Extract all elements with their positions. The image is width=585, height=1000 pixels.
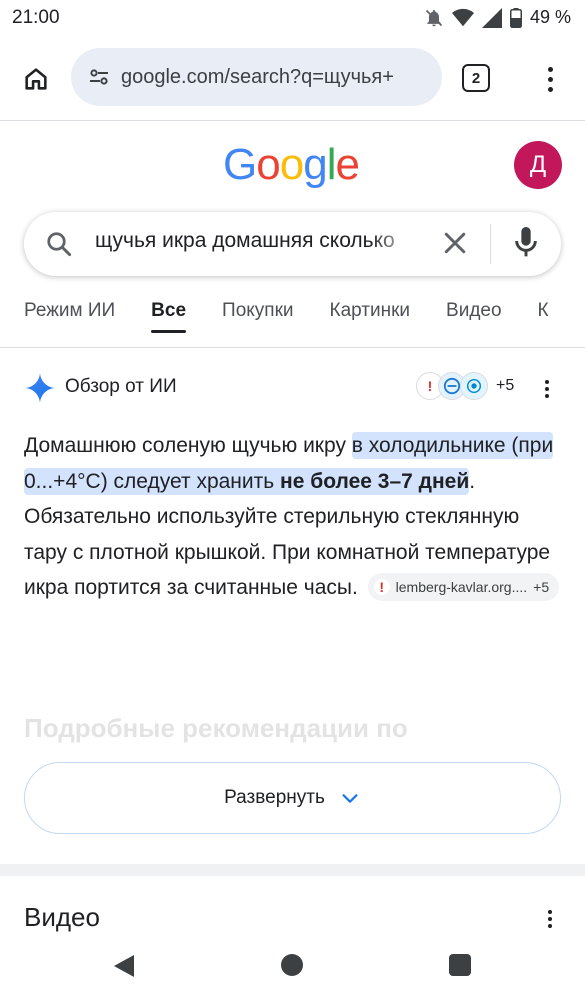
more-vert-icon (547, 66, 553, 72)
expand-button[interactable]: Развернуть (24, 762, 561, 834)
search-tabs: Режим ИИ Все Покупки Картинки Видео К (24, 297, 549, 333)
address-bar[interactable]: google.com/search?q=щучья+ (71, 48, 442, 106)
citation-domain: lemberg-kavlar.org.... (395, 579, 528, 595)
recents-icon[interactable] (449, 954, 471, 976)
home-icon (25, 68, 47, 90)
account-avatar[interactable]: Д (514, 141, 562, 189)
back-icon[interactable] (112, 953, 136, 979)
tab-0[interactable]: Режим ИИ (24, 297, 115, 333)
avatar-letter: Д (529, 151, 547, 178)
videos-heading: Видео (24, 902, 100, 932)
browser-menu-button[interactable] (540, 62, 560, 96)
toolbar-divider (0, 120, 585, 121)
citation-chip[interactable]: ! lemberg-kavlar.org.... +5 (367, 573, 560, 601)
source-favicon-icon (460, 372, 488, 400)
ai-text-highlight-bold: не более 3–7 дней (280, 469, 470, 493)
search-icon[interactable] (44, 229, 74, 259)
home-nav-icon[interactable] (281, 954, 303, 976)
wifi-icon (451, 8, 474, 26)
search-input[interactable]: щучья икра домашняя сколько (95, 229, 419, 253)
ai-overview-text: Домашнюю соленую щучью икру в холодильни… (24, 428, 564, 606)
faded-section-heading: Подробные рекомендации по (24, 713, 408, 743)
citation-more: +5 (533, 579, 550, 595)
notifications-off-icon (425, 9, 443, 26)
more-vert-icon (545, 380, 549, 384)
tab-1[interactable]: Все (151, 297, 186, 333)
tab-2[interactable]: Покупки (222, 297, 293, 333)
logo-letter: g (303, 140, 328, 189)
sources-more-count: +5 (496, 377, 515, 394)
status-time: 21:00 (12, 7, 60, 28)
battery-icon (509, 7, 522, 28)
logo-letter: e (335, 140, 360, 189)
tab-5[interactable]: К (538, 297, 549, 333)
tab-4[interactable]: Видео (446, 297, 502, 333)
google-logo[interactable]: Google (223, 140, 360, 190)
logo-letter: G (223, 140, 257, 189)
section-separator (0, 864, 585, 876)
ai-overview-title: Обзор от ИИ (65, 376, 177, 397)
url-text[interactable]: google.com/search?q=щучья+ (121, 66, 433, 89)
search-box-divider (490, 224, 491, 264)
logo-letter: o (279, 140, 305, 189)
home-button[interactable] (18, 62, 54, 96)
ai-text-lead: Домашнюю соленую щучью икру (24, 434, 352, 457)
more-vert-icon (548, 910, 552, 914)
tab-3[interactable]: Картинки (330, 297, 411, 333)
ai-overview-menu-button[interactable] (540, 378, 554, 400)
status-bar: 21:00 49 % (0, 0, 585, 38)
ai-sparkle-icon (25, 373, 55, 403)
chevron-down-icon (342, 794, 358, 803)
expand-label: Развернуть (224, 787, 325, 808)
signal-icon (481, 7, 502, 28)
site-settings-icon[interactable] (85, 63, 113, 91)
clear-icon[interactable] (440, 228, 470, 258)
logo-letter: o (256, 140, 281, 189)
ai-sources[interactable]: ! +5 (416, 372, 514, 400)
tab-count: 2 (471, 69, 481, 87)
battery-percent: 49 % (529, 7, 571, 27)
tab-switcher-button[interactable]: 2 (462, 64, 490, 92)
status-icons: 49 % (424, 7, 571, 28)
tabs-divider (0, 347, 585, 348)
microphone-icon[interactable] (510, 224, 542, 262)
videos-menu-button[interactable] (546, 908, 554, 930)
citation-favicon-icon: ! (373, 579, 390, 595)
